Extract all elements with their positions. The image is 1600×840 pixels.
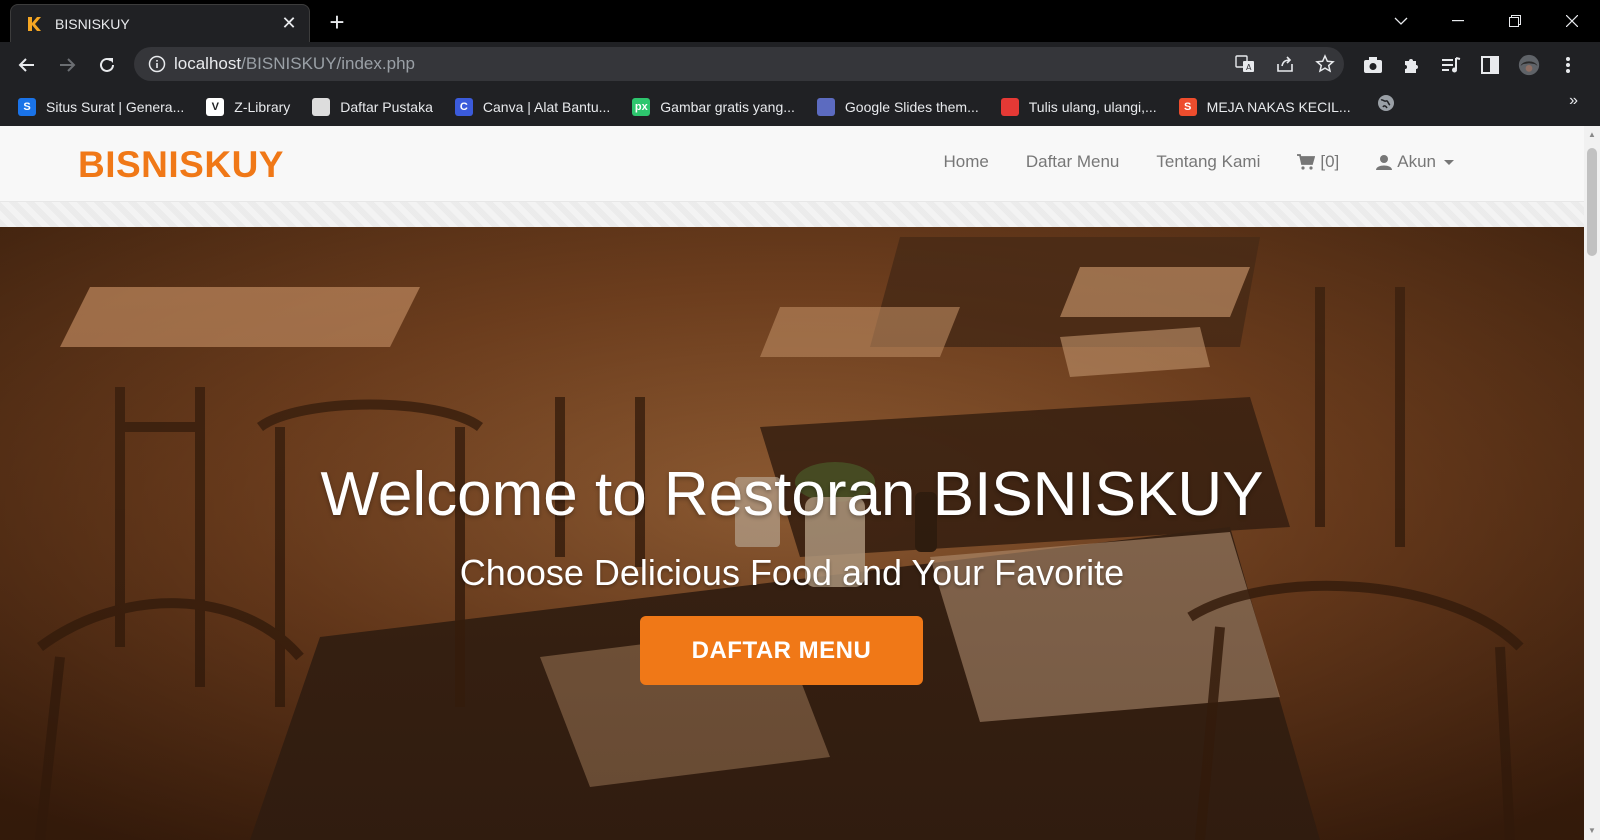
tab-search-icon[interactable]	[1372, 6, 1429, 36]
media-playlist-icon[interactable]	[1440, 54, 1462, 76]
profile-avatar-icon[interactable]	[1518, 54, 1540, 76]
bookmark-item[interactable]: Google Slides them...	[816, 98, 979, 116]
bookmarks-bar: S Situs Surat | Genera... V Z-Library Daftar…	[0, 88, 1600, 126]
user-icon	[1376, 155, 1393, 170]
cart-icon	[1297, 154, 1316, 170]
bookmark-item[interactable]: S Situs Surat | Genera...	[18, 98, 184, 116]
scroll-up-icon[interactable]: ▲	[1587, 130, 1597, 140]
restore-icon[interactable]	[1486, 6, 1543, 36]
bookmark-label: Gambar gratis yang...	[660, 99, 795, 115]
camera-extension-icon[interactable]	[1362, 54, 1384, 76]
tab-close-icon[interactable]: ✕	[279, 13, 299, 34]
decorative-pattern-strip	[0, 202, 1584, 227]
nav-cart-link[interactable]: [0]	[1297, 152, 1339, 172]
account-label: Akun	[1397, 152, 1436, 171]
browser-toolbar: localhost/BISNISKUY/index.php A	[0, 42, 1600, 88]
site-navbar: BISNISKUY Home Daftar Menu Tentang Kami …	[0, 126, 1584, 202]
bookmark-label: Z-Library	[234, 99, 291, 115]
hero-overlay	[0, 227, 1584, 840]
share-icon[interactable]	[1274, 53, 1296, 75]
nav-menu-link[interactable]: Daftar Menu	[1026, 152, 1120, 172]
forward-icon[interactable]	[52, 50, 82, 80]
back-icon[interactable]	[12, 50, 42, 80]
address-bar[interactable]: localhost/BISNISKUY/index.php A	[134, 47, 1344, 81]
bookmark-label: Canva | Alat Bantu...	[482, 99, 611, 115]
url-path: /BISNISKUY/index.php	[241, 54, 415, 73]
globe-bookmark-icon[interactable]	[1377, 94, 1395, 112]
scroll-thumb[interactable]	[1587, 148, 1597, 256]
bookmark-star-icon[interactable]	[1314, 53, 1336, 75]
quillbot-icon	[1000, 98, 1019, 116]
book-icon	[312, 98, 331, 116]
new-tab-button[interactable]: +	[322, 8, 352, 38]
nav-links: Home Daftar Menu Tentang Kami [0] Akun	[906, 152, 1454, 172]
tab-strip: BISNISKUY ✕ +	[0, 0, 1600, 42]
hero-title: Welcome to Restoran BISNISKUY	[320, 460, 1264, 529]
bookmark-item[interactable]: S MEJA NAKAS KECIL...	[1178, 98, 1351, 116]
browser-tab[interactable]: BISNISKUY ✕	[10, 4, 310, 42]
site-info-icon[interactable]	[148, 55, 166, 73]
bookmark-label: Daftar Pustaka	[340, 99, 433, 115]
more-bookmarks-icon[interactable]: »	[1569, 92, 1578, 110]
extensions-puzzle-icon[interactable]	[1401, 54, 1423, 76]
nav-home-link[interactable]: Home	[943, 152, 988, 172]
minimize-icon[interactable]	[1429, 6, 1486, 36]
hero-section: Welcome to Restoran BISNISKUY Choose Del…	[0, 227, 1584, 840]
shopee-icon: S	[1178, 98, 1197, 116]
bookmark-item[interactable]: Tulis ulang, ulangi,...	[1000, 98, 1157, 116]
bookmark-label: Tulis ulang, ulangi,...	[1028, 99, 1157, 115]
bookmark-label: Situs Surat | Genera...	[46, 99, 185, 115]
browser-menu-icon[interactable]	[1557, 54, 1579, 76]
cart-count: [0]	[1320, 152, 1340, 171]
page-viewport: BISNISKUY Home Daftar Menu Tentang Kami …	[0, 126, 1584, 840]
close-window-icon[interactable]	[1543, 6, 1600, 36]
pixabay-icon: px	[632, 98, 651, 116]
tab-title: BISNISKUY	[55, 15, 130, 32]
hero-subtitle: Choose Delicious Food and Your Favorite	[459, 552, 1125, 593]
nav-account-dropdown[interactable]: Akun	[1376, 152, 1454, 172]
nav-about-link[interactable]: Tentang Kami	[1156, 152, 1260, 172]
bookmark-item[interactable]: px Gambar gratis yang...	[632, 98, 795, 116]
slides-icon	[816, 98, 835, 116]
svg-text:A: A	[1246, 63, 1252, 72]
s-icon: S	[18, 98, 36, 116]
zlibrary-icon: V	[206, 98, 225, 116]
bookmark-item[interactable]: C Canva | Alat Bantu...	[454, 98, 611, 116]
bookmark-item[interactable]: Daftar Pustaka	[312, 98, 433, 116]
caret-down-icon	[1444, 159, 1454, 165]
page-scrollbar[interactable]: ▲ ▼	[1584, 126, 1600, 840]
translate-icon[interactable]: A	[1234, 53, 1256, 75]
site-favicon-icon	[25, 15, 43, 33]
bookmark-label: Google Slides them...	[844, 99, 979, 115]
scroll-down-icon[interactable]: ▼	[1587, 826, 1597, 836]
bookmark-label: MEJA NAKAS KECIL...	[1206, 99, 1351, 115]
site-brand-logo[interactable]: BISNISKUY	[78, 144, 284, 186]
daftar-menu-button[interactable]: DAFTAR MENU	[640, 616, 923, 685]
canva-icon: C	[454, 98, 473, 116]
side-panel-icon[interactable]	[1479, 54, 1501, 76]
reload-icon[interactable]	[92, 50, 122, 80]
url-host: localhost	[174, 54, 242, 73]
bookmark-item[interactable]: V Z-Library	[206, 98, 290, 116]
